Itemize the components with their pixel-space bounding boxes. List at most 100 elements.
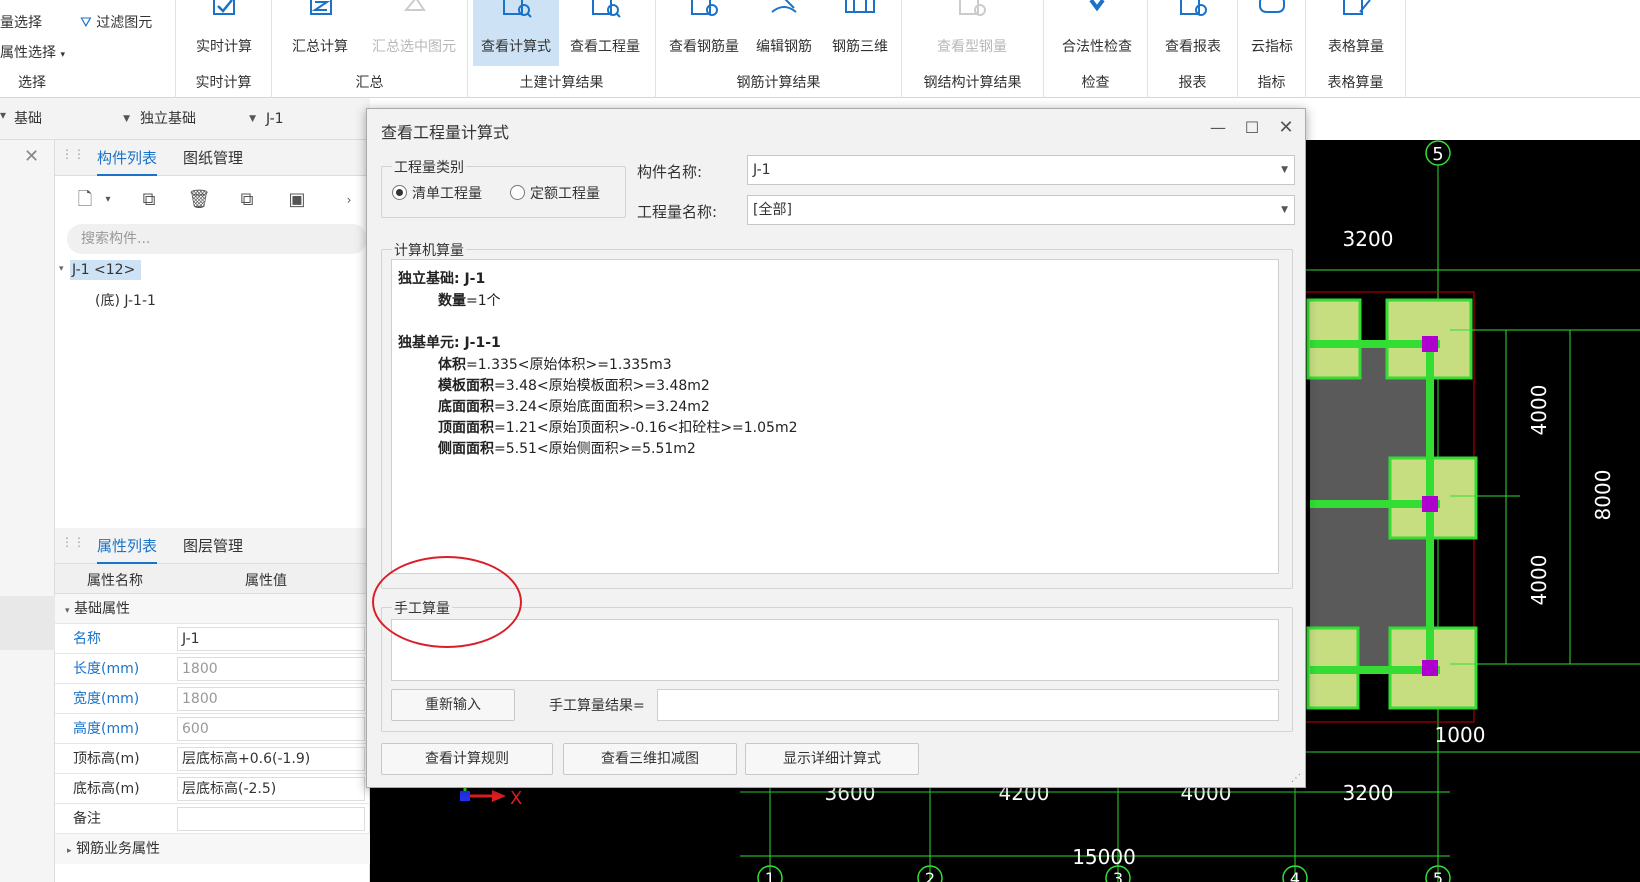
table-qty-group: 表格算量 表格算量 [1306, 0, 1406, 98]
new-icon[interactable]: 🗋 [71, 186, 99, 214]
drag-handle-icon[interactable]: ⋮⋮ [61, 148, 85, 166]
chevron-down-icon[interactable]: ▾ [101, 186, 115, 214]
view-rebar-button[interactable]: 查看钢筋量 [664, 0, 744, 66]
dimension-text: 15000 [1072, 845, 1136, 869]
summary-group: 汇总计算 汇总选中图元 汇总 [272, 0, 468, 98]
property-value[interactable] [177, 807, 365, 831]
maximize-icon[interactable]: ☐ [1239, 115, 1265, 141]
chevron-down-icon[interactable]: ▾ [59, 264, 64, 274]
beam [1310, 666, 1440, 674]
dimension-text: 3200 [1343, 781, 1394, 805]
manual-result-label: 手工算量结果= [549, 698, 645, 714]
group-label: 汇总 [355, 75, 384, 91]
calc-line: 顶面面积=1.21<原始顶面积>-0.16<扣砼柱>=1.05m2 [438, 420, 798, 436]
view-3d-deduct-button[interactable]: 查看三维扣减图 [563, 743, 737, 775]
calc-line: 侧面面积=5.51<原始侧面积>=5.51m2 [438, 441, 696, 457]
axis-label: 1 [765, 869, 775, 882]
summary-calc-button[interactable]: 汇总计算 [280, 0, 360, 66]
resize-grip-icon[interactable]: ⋰ [1291, 773, 1301, 784]
qty-name-select[interactable]: [全部] ▼ [747, 195, 1295, 225]
realtime-calc-button[interactable]: 实时计算 [184, 0, 264, 66]
copy-icon[interactable]: ⧉ [135, 186, 163, 214]
dimension-text: 3200 [1343, 227, 1394, 251]
property-row: 高度(mm) 600 [55, 714, 370, 744]
group-label: 钢筋计算结果 [736, 75, 821, 91]
footing [1306, 298, 1362, 380]
view-quantity-icon [592, 0, 621, 18]
comp-name-select[interactable]: J-1 ▼ [747, 155, 1295, 185]
view-quantity-button[interactable]: 查看工程量 [562, 0, 648, 66]
civil-result-group: 查看计算式 查看工程量 土建计算结果 [468, 0, 656, 98]
index-group: 云指标 指标 [1238, 0, 1306, 98]
calc-result-textarea[interactable]: 独立基础: J-1 数量=1个 独基单元: J-1-1 体积=1.335<原始体… [391, 259, 1279, 574]
tab-property-list[interactable]: 属性列表 [97, 528, 158, 564]
chevron-right-icon[interactable]: › [335, 186, 363, 214]
search-input[interactable]: 搜索构件... [67, 224, 367, 254]
chevron-right-icon: ▸ [67, 846, 72, 856]
group-label: 实时计算 [195, 75, 252, 91]
property-value[interactable]: J-1 [177, 627, 365, 651]
radio-list-qty[interactable]: 清单工程量 [392, 183, 482, 203]
reinput-button[interactable]: 重新输入 [391, 689, 515, 721]
summary-selected-button[interactable]: 汇总选中图元 [364, 0, 464, 66]
show-detail-formula-button[interactable]: 显示详细计算式 [745, 743, 919, 775]
select-item-2[interactable]: 属性选择 ▾ [0, 42, 65, 62]
component-combo[interactable]: J-1 [266, 107, 362, 131]
drag-handle-icon[interactable]: ⋮⋮ [61, 536, 85, 554]
qty-type-group: 工程量类别 清单工程量 定额工程量 [381, 157, 626, 218]
close-icon[interactable]: ✕ [1273, 115, 1299, 141]
category-combo[interactable]: 基础 ▼ [14, 107, 130, 131]
property-row: 底标高(m) 层底标高(-2.5) [55, 774, 370, 804]
manual-calc-input[interactable] [391, 619, 1279, 681]
view-report-button[interactable]: 查看报表 [1154, 0, 1232, 66]
realtime-group: 实时计算 实时计算 [176, 0, 272, 98]
select-group: 量选择 属性选择 ▾ ⛛ 过滤图元 选择 [0, 0, 176, 98]
cloud-index-button[interactable]: 云指标 [1242, 0, 1302, 66]
view-rebar-icon [691, 0, 718, 16]
view-formula-icon [503, 0, 532, 18]
legality-check-button[interactable]: 合法性检查 [1052, 0, 1142, 66]
property-value[interactable]: 层底标高+0.6(-1.9) [177, 747, 365, 771]
view-rules-button[interactable]: 查看计算规则 [381, 743, 553, 775]
manual-result-field[interactable] [657, 689, 1279, 721]
edit-rebar-button[interactable]: 编辑钢筋 [748, 0, 820, 66]
group-label: 检查 [1081, 75, 1110, 91]
filter-button[interactable]: ⛛ 过滤图元 [80, 12, 152, 32]
minimize-icon[interactable]: — [1205, 115, 1231, 141]
comp-name-label: 构件名称: [637, 163, 703, 181]
column [1422, 660, 1438, 676]
realtime-calc-icon [213, 0, 235, 15]
property-value[interactable]: 1800 [177, 687, 365, 711]
view-steel-button[interactable]: 查看型钢量 [914, 0, 1030, 66]
radio-quota-qty[interactable]: 定额工程量 [510, 183, 600, 203]
close-icon[interactable]: ✕ [24, 146, 39, 167]
calc-line: 数量=1个 [438, 293, 501, 309]
property-section-rebar[interactable]: ▸ 钢筋业务属性 [55, 834, 370, 864]
property-value[interactable]: 1800 [177, 657, 365, 681]
property-row: 顶标高(m) 层底标高+0.6(-1.9) [55, 744, 370, 774]
beam [1310, 340, 1440, 348]
tab-drawing-manage[interactable]: 图纸管理 [183, 140, 243, 176]
tree-root-item[interactable]: J-1 <12> [70, 260, 142, 280]
chevron-down-icon: ▼ [1281, 165, 1288, 175]
layer-icon[interactable]: ▣ [283, 186, 311, 214]
tree-child-item[interactable]: (底) J-1-1 [95, 290, 156, 310]
selector-toolbar: ▾ 基础 ▼ 独立基础 ▼ J-1 [0, 98, 370, 140]
delete-icon[interactable]: 🗑 [185, 186, 213, 214]
filter-icon: ⛛ [80, 15, 92, 31]
group-label: 土建计算结果 [519, 75, 604, 91]
tab-component-list[interactable]: 构件列表 [97, 140, 158, 176]
group-label: 报表 [1178, 75, 1207, 91]
view-formula-button[interactable]: 查看计算式 [473, 0, 559, 66]
property-value[interactable]: 600 [177, 717, 365, 741]
rebar-3d-button[interactable]: 钢筋三维 [822, 0, 898, 66]
duplicate-icon[interactable]: ⧉ [233, 186, 261, 214]
property-section[interactable]: ▾ 基础属性 [55, 594, 370, 624]
type-combo[interactable]: 独立基础 ▼ [140, 107, 256, 131]
tab-layer-manage[interactable]: 图层管理 [183, 528, 243, 564]
chevron-down-icon: ▼ [1281, 205, 1288, 215]
property-value[interactable]: 层底标高(-2.5) [177, 777, 365, 801]
table-qty-button[interactable]: 表格算量 [1314, 0, 1398, 66]
rebar-3d-icon [845, 0, 875, 13]
select-item-1[interactable]: 量选择 [0, 12, 42, 32]
